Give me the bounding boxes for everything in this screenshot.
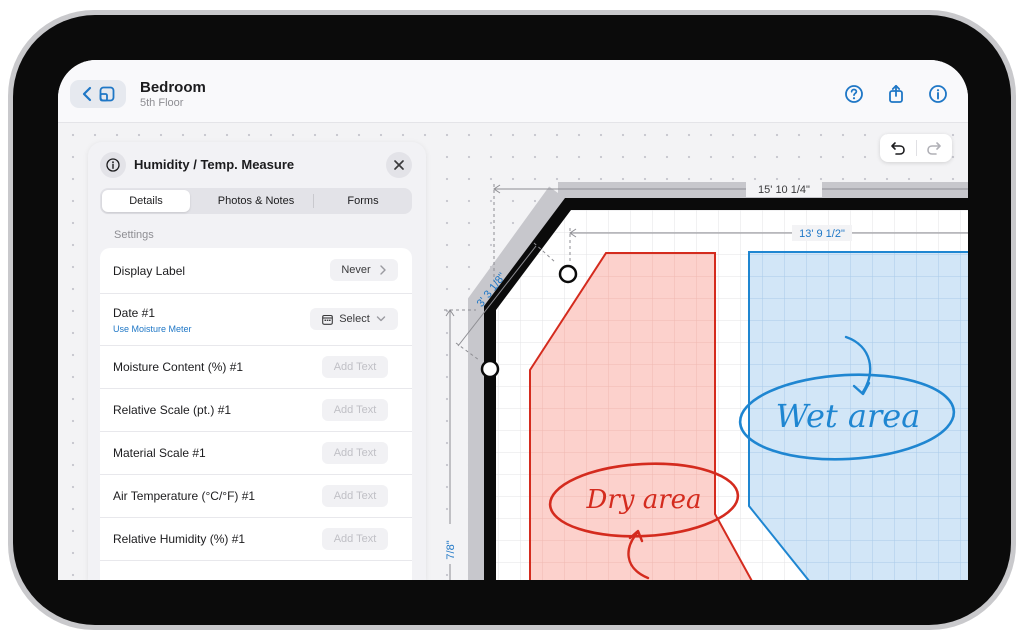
setting-row-relative-scale[interactable]: Relative Scale (pt.) #1 Add Text [100, 389, 412, 432]
undo-icon[interactable] [890, 140, 906, 156]
undo-redo-divider [916, 140, 917, 156]
dimension-overall-label: 15' 10 1/4" [758, 184, 810, 196]
tab-forms[interactable]: Forms [318, 190, 408, 212]
panel-tabs: Details Photos & Notes Forms [100, 188, 412, 214]
row-label: Moisture Content (%) #1 [113, 360, 244, 374]
display-label-select[interactable]: Never [330, 259, 398, 281]
top-bar: Bedroom 5th Floor [58, 60, 968, 123]
chevron-right-icon [379, 265, 386, 275]
row-label: Date #1 [113, 306, 156, 320]
floor-plan-icon [99, 86, 115, 102]
corner-handle-top[interactable] [558, 264, 578, 284]
setting-row-display-label[interactable]: Display Label Never [100, 248, 412, 294]
wet-area-label: Wet area [776, 397, 921, 435]
air-temperature-input[interactable]: Add Text [322, 485, 388, 507]
measurement-panel: Humidity / Temp. Measure Details Photos … [88, 142, 426, 580]
material-scale-input[interactable]: Add Text [322, 442, 388, 464]
corner-handle-left[interactable] [480, 359, 500, 379]
question-circle-icon[interactable] [844, 84, 864, 104]
undo-redo-control [880, 134, 952, 162]
redo-icon[interactable] [926, 140, 942, 156]
setting-row-relative-humidity[interactable]: Relative Humidity (%) #1 Add Text [100, 518, 412, 561]
chevron-down-icon [376, 316, 385, 322]
back-button[interactable] [70, 80, 126, 108]
close-icon [394, 160, 404, 170]
relative-humidity-input[interactable]: Add Text [322, 528, 388, 550]
panel-title: Humidity / Temp. Measure [134, 157, 295, 172]
setting-row-air-temperature[interactable]: Air Temperature (°C/°F) #1 Add Text [100, 475, 412, 518]
tab-details[interactable]: Details [102, 190, 190, 212]
moisture-input[interactable]: Add Text [322, 356, 388, 378]
setting-row-moisture[interactable]: Moisture Content (%) #1 Add Text [100, 346, 412, 389]
app-screen: 15' 10 1/4" 13' 9 1/2" 3' 3 1/8" 7/8" Dr… [58, 60, 968, 580]
room-title: Bedroom [140, 79, 206, 96]
row-label: Air Temperature (°C/°F) #1 [113, 489, 256, 503]
share-icon[interactable] [886, 84, 906, 104]
relative-scale-input[interactable]: Add Text [322, 399, 388, 421]
panel-close-button[interactable] [386, 152, 412, 178]
setting-row-date[interactable]: Date #1 Use Moisture Meter Select [100, 294, 412, 346]
calendar-icon [322, 314, 334, 325]
setting-row-material-scale[interactable]: Material Scale #1 Add Text [100, 432, 412, 475]
info-circle-icon[interactable] [928, 84, 948, 104]
tab-divider [313, 194, 314, 208]
row-label: Material Scale #1 [113, 446, 206, 460]
date-select-value: Select [339, 313, 370, 325]
date-select[interactable]: Select [310, 308, 398, 330]
row-label: Relative Scale (pt.) #1 [113, 403, 232, 417]
info-circle-icon [106, 158, 120, 172]
dimension-wall-label: 13' 9 1/2" [799, 228, 845, 240]
settings-list: Display Label Never Date #1 Use Moisture… [100, 248, 412, 580]
chevron-left-icon [82, 86, 92, 102]
panel-info-button[interactable] [100, 152, 126, 178]
settings-section-header: Settings [114, 229, 154, 241]
dimension-left-label: 7/8" [445, 540, 457, 559]
tab-photos-notes[interactable]: Photos & Notes [198, 190, 314, 212]
display-label-value: Never [341, 264, 371, 276]
room-floor-subtitle: 5th Floor [140, 97, 184, 109]
row-label: Relative Humidity (%) #1 [113, 532, 246, 546]
row-label: Display Label [113, 264, 186, 278]
dry-area-label: Dry area [585, 485, 701, 515]
panel-header: Humidity / Temp. Measure [88, 142, 426, 188]
use-moisture-meter-link[interactable]: Use Moisture Meter [113, 324, 192, 334]
